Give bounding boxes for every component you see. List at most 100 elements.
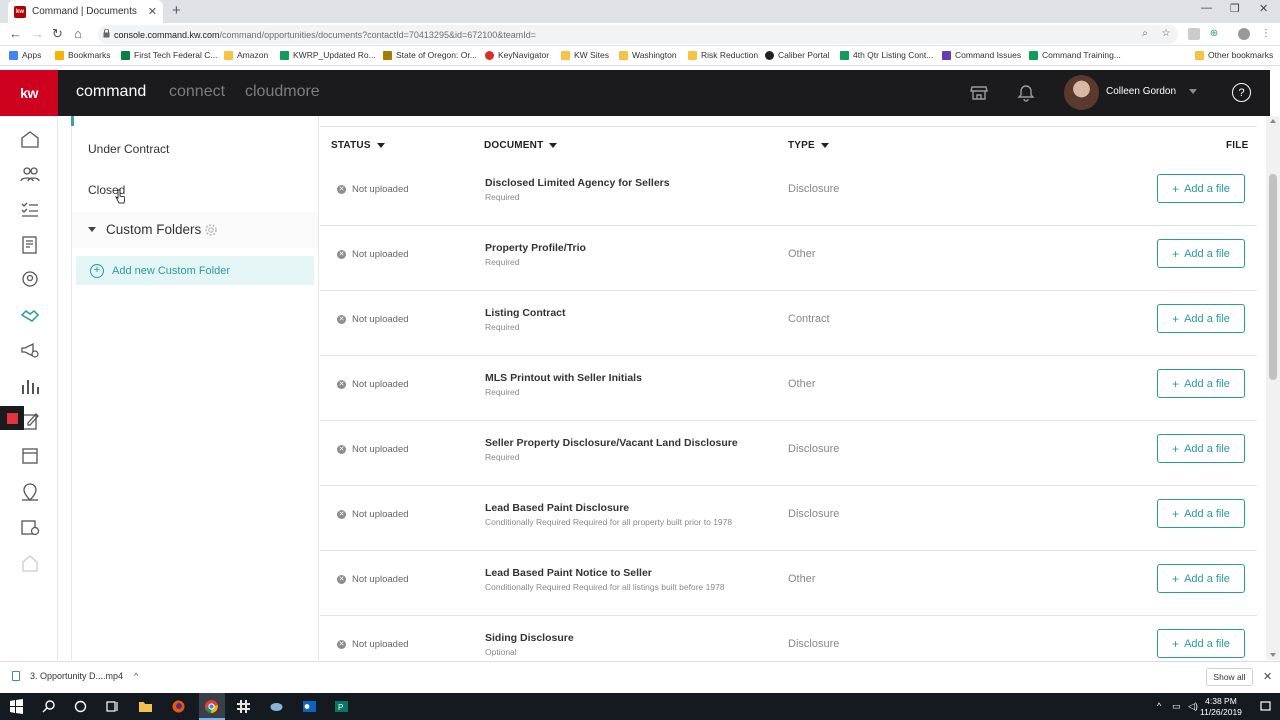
- type-column-header[interactable]: TYPE: [788, 140, 829, 151]
- new-tab-icon[interactable]: +: [172, 2, 181, 19]
- other-bookmarks[interactable]: Other bookmarks: [1195, 50, 1273, 60]
- custom-folders-section[interactable]: Custom Folders: [72, 212, 318, 248]
- url-field[interactable]: console.command.kw.com/command/opportuni…: [98, 25, 1178, 44]
- folder-under-contract[interactable]: Under Contract: [88, 142, 169, 156]
- document-name[interactable]: MLS Printout with Seller Initials: [485, 372, 642, 384]
- restore-icon[interactable]: ❐: [1230, 2, 1240, 15]
- cortana-icon[interactable]: [73, 699, 88, 714]
- nav-command[interactable]: command: [76, 83, 146, 101]
- download-item[interactable]: 3. Opportunity D....mp4: [12, 671, 123, 681]
- bell-icon[interactable]: [1016, 83, 1036, 103]
- network-icon[interactable]: ▭: [1172, 701, 1181, 712]
- home-icon[interactable]: [20, 129, 40, 149]
- bookmark-caliber[interactable]: Caliber Portal: [765, 50, 830, 60]
- document-name[interactable]: Seller Property Disclosure/Vacant Land D…: [485, 437, 738, 449]
- bar-chart-icon[interactable]: [20, 376, 40, 396]
- task-view-icon[interactable]: [105, 699, 120, 714]
- bookmark-oregon[interactable]: State of Oregon: Or...: [383, 50, 477, 60]
- file-explorer-icon[interactable]: [138, 699, 153, 714]
- scroll-down-icon[interactable]: [1270, 653, 1276, 657]
- bookmark-kw-sites[interactable]: KW Sites: [561, 50, 609, 60]
- profile-icon[interactable]: [1238, 28, 1250, 40]
- document-name[interactable]: Listing Contract: [485, 307, 566, 319]
- bookmark-risk-reduction[interactable]: Risk Reduction: [688, 50, 758, 60]
- close-tab-icon[interactable]: ✕: [148, 5, 157, 18]
- tray-chevron-icon[interactable]: ^: [1157, 701, 1161, 711]
- person-pin-icon[interactable]: [20, 270, 40, 290]
- windows-start-icon[interactable]: [9, 699, 24, 714]
- megaphone-icon[interactable]: [20, 340, 40, 360]
- show-all-button[interactable]: Show all: [1206, 668, 1253, 686]
- listing-icon[interactable]: [20, 446, 40, 466]
- document-settings-icon[interactable]: [20, 235, 40, 255]
- user-name[interactable]: Colleen Gordon: [1106, 86, 1176, 97]
- bookmark-apps[interactable]: Apps: [9, 50, 41, 60]
- forward-icon[interactable]: →: [31, 26, 44, 41]
- page-scrollbar[interactable]: [1266, 116, 1280, 660]
- extension-icon[interactable]: [1188, 28, 1200, 40]
- chrome-icon[interactable]: [204, 699, 219, 714]
- bookmark-keynavigator[interactable]: KeyNavigator: [485, 50, 549, 60]
- status-column-header[interactable]: STATUS: [331, 140, 385, 151]
- bookmark-first-tech[interactable]: First Tech Federal C...: [121, 50, 217, 60]
- system-clock[interactable]: 4:38 PM 11/26/2019: [1200, 696, 1242, 718]
- window-close-icon[interactable]: ✕: [1259, 2, 1268, 15]
- chevron-up-icon[interactable]: ^: [134, 671, 138, 681]
- chrome-menu-icon[interactable]: ⋮: [1260, 28, 1272, 40]
- gear-icon[interactable]: [204, 223, 218, 237]
- nav-connect[interactable]: connect: [169, 83, 225, 101]
- bookmark-command-training[interactable]: Command Training...: [1029, 50, 1121, 60]
- caret-down-icon[interactable]: [88, 227, 96, 232]
- add-file-button[interactable]: + Add a file: [1157, 174, 1245, 203]
- document-name[interactable]: Siding Disclosure: [485, 632, 574, 644]
- scrollbar-thumb[interactable]: [1269, 174, 1277, 380]
- document-name[interactable]: Lead Based Paint Notice to Seller: [485, 567, 652, 579]
- kw-logo[interactable]: kw: [0, 70, 58, 116]
- add-file-button[interactable]: + Add a file: [1157, 304, 1245, 333]
- add-custom-folder-button[interactable]: + Add new Custom Folder: [76, 256, 314, 285]
- bookmark-command-issues[interactable]: Command Issues: [942, 50, 1021, 60]
- add-file-button[interactable]: + Add a file: [1157, 239, 1245, 268]
- add-file-button[interactable]: + Add a file: [1157, 564, 1245, 593]
- add-file-button[interactable]: + Add a file: [1157, 434, 1245, 463]
- add-file-button[interactable]: + Add a file: [1157, 499, 1245, 528]
- close-icon[interactable]: ✕: [1263, 670, 1272, 683]
- calendar-money-icon[interactable]: [20, 517, 40, 537]
- document-name[interactable]: Disclosed Limited Agency for Sellers: [485, 177, 670, 189]
- reload-icon[interactable]: ↻: [52, 26, 63, 42]
- extension-green-icon[interactable]: ⊕: [1208, 28, 1220, 40]
- firefox-icon[interactable]: [171, 699, 186, 714]
- tasks-icon[interactable]: [20, 200, 40, 220]
- document-column-header[interactable]: DOCUMENT: [484, 140, 558, 151]
- app-icon[interactable]: [269, 699, 284, 714]
- bookmark-kwrp[interactable]: KWRP_Updated Ro...: [280, 50, 376, 60]
- help-icon[interactable]: ?: [1232, 83, 1251, 102]
- contacts-icon[interactable]: [20, 164, 40, 184]
- bookmark-washington[interactable]: Washington: [619, 50, 677, 60]
- bookmark-amazon[interactable]: Amazon: [224, 50, 268, 60]
- document-name[interactable]: Lead Based Paint Disclosure: [485, 502, 629, 514]
- chevron-down-icon[interactable]: [1189, 89, 1197, 94]
- zoom-icon[interactable]: ⌕: [1139, 28, 1151, 40]
- nav-cloudmore[interactable]: cloudmore: [245, 83, 320, 101]
- minimize-icon[interactable]: —: [1201, 2, 1212, 14]
- handshake-icon[interactable]: [20, 305, 40, 325]
- bookmark-4th-qtr[interactable]: 4th Qtr Listing Cont...: [840, 50, 933, 60]
- volume-icon[interactable]: ◁): [1188, 701, 1198, 712]
- back-icon[interactable]: ←: [9, 26, 22, 41]
- browser-tab[interactable]: kw Command | Documents ✕: [8, 0, 163, 23]
- map-pin-icon[interactable]: [20, 482, 40, 502]
- add-file-button[interactable]: + Add a file: [1157, 629, 1245, 658]
- bookmark-star-icon[interactable]: ☆: [1160, 28, 1172, 40]
- scroll-up-icon[interactable]: [1270, 119, 1276, 123]
- outlook-icon[interactable]: [302, 699, 317, 714]
- bookmark-bookmarks[interactable]: Bookmarks: [55, 50, 111, 60]
- publisher-icon[interactable]: P: [334, 699, 349, 714]
- record-stop-icon[interactable]: [0, 406, 24, 430]
- house-faded-icon[interactable]: [20, 553, 40, 573]
- home-icon[interactable]: ⌂: [74, 26, 82, 41]
- document-name[interactable]: Property Profile/Trio: [485, 242, 586, 254]
- store-icon[interactable]: [969, 83, 989, 103]
- avatar[interactable]: [1064, 75, 1099, 110]
- search-icon[interactable]: [41, 699, 56, 714]
